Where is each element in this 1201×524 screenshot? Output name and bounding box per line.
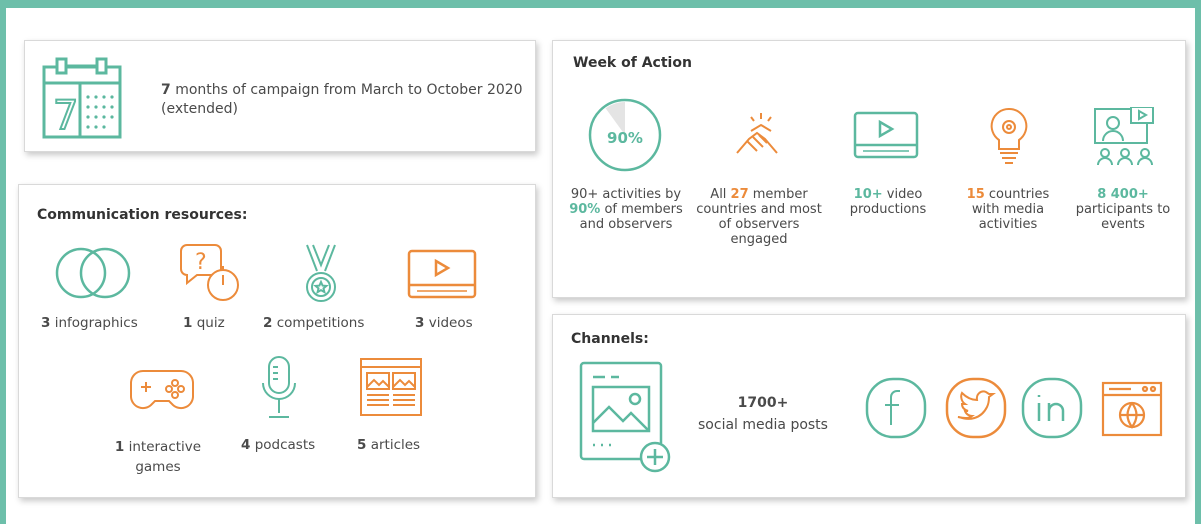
twitter-icon[interactable]: [945, 377, 1007, 439]
resource-item-videos: 3 videos: [415, 315, 473, 331]
presentation-audience-icon: [1094, 107, 1154, 166]
microphone-icon: [262, 356, 296, 418]
calendar-day: 7: [53, 93, 78, 139]
channels-title: Channels:: [571, 331, 649, 347]
resource-item-quiz: 1 quiz: [183, 315, 225, 331]
quiz-timer-icon: ?: [180, 244, 239, 301]
resource-item-infographics: 3 infographics: [41, 315, 138, 331]
channels-label: social media posts: [698, 417, 828, 433]
resource-item-articles: 5 articles: [357, 437, 421, 453]
week-item-media: 15 countries with media activities: [966, 187, 1050, 232]
channels-count: 1700+: [737, 395, 789, 411]
week-title: Week of Action: [573, 55, 692, 71]
gamepad-icon: [130, 370, 194, 410]
social-post-icon: [579, 361, 671, 473]
resource-item-games: 1 interactive games: [114, 439, 202, 475]
linkedin-icon[interactable]: [1021, 377, 1083, 439]
campaign-text: 7 months of campaign from March to Octob…: [161, 82, 523, 117]
resources-title: Communication resources:: [37, 207, 248, 223]
week-item-videos: 10+ video productions: [849, 187, 927, 217]
video-player-icon: [407, 249, 477, 299]
week-card: Week of Action 90% 90+ activities by 90%…: [552, 40, 1186, 298]
resource-item-podcasts: 4 podcasts: [241, 437, 316, 453]
video-player-icon: [853, 111, 919, 159]
articles-icon: [360, 358, 422, 416]
week-item-participants: 8 400+ participants to events: [1075, 187, 1171, 232]
campaign-card: 7 7 months of campaign from March to Oct…: [24, 40, 536, 152]
calendar-icon: 7: [42, 57, 122, 140]
handshake-icon: [736, 113, 778, 154]
pie-value: 90%: [607, 129, 643, 147]
channels-card: Channels: 1700+ social media posts: [552, 314, 1186, 498]
resource-item-competitions: 2 competitions: [263, 315, 365, 331]
venn-circles-icon: [55, 247, 131, 299]
svg-text:?: ?: [195, 250, 207, 275]
week-item-countries: All 27 member countries and most of obse…: [696, 187, 822, 247]
medal-icon: [306, 244, 336, 302]
lightbulb-gear-icon: [990, 107, 1028, 164]
web-icon[interactable]: [1101, 381, 1163, 437]
resources-card: Communication resources: ? 3 infographic…: [18, 184, 536, 498]
week-item-activities: 90+ activities by 90% of members and obs…: [569, 187, 683, 232]
pie-icon: 90%: [588, 98, 662, 172]
facebook-icon[interactable]: [865, 377, 927, 439]
